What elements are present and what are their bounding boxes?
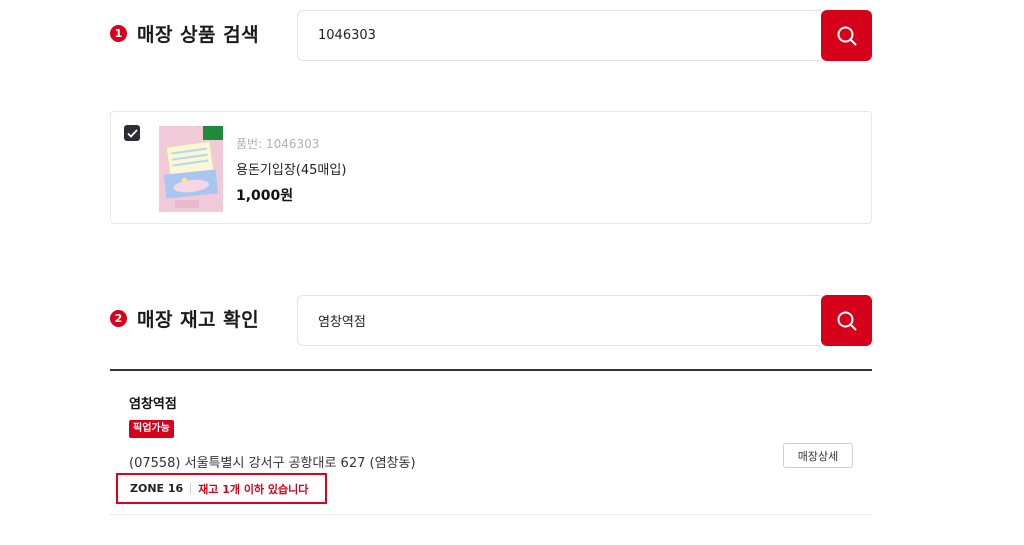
section-product-search-header: 1 매장 상품 검색 [110, 20, 259, 47]
stock-status: 재고 1개 이하 있습니다 [198, 482, 309, 496]
zone-label: ZONE 16 [130, 482, 184, 495]
product-search-button[interactable] [821, 10, 872, 61]
search-icon [837, 26, 856, 45]
store-detail-button[interactable]: 매장상세 [783, 443, 853, 468]
product-code: 품번: 1046303 [236, 137, 320, 151]
section-stock-check-header: 2 매장 재고 확인 [110, 305, 259, 332]
search-icon [837, 311, 856, 330]
product-name[interactable]: 용돈기입장(45매입) [236, 159, 346, 178]
product-price: 1,000원 [236, 188, 294, 204]
pickup-available-badge: 픽업가능 [129, 420, 174, 438]
product-search-input[interactable] [297, 10, 821, 61]
product-thumbnail [159, 126, 223, 212]
step-number-badge: 2 [110, 310, 127, 327]
step-number-badge: 1 [110, 25, 127, 42]
section-title-stock-check: 매장 재고 확인 [137, 309, 260, 331]
bottom-divider [110, 514, 872, 515]
results-divider [110, 369, 872, 371]
store-search-input[interactable] [297, 295, 821, 346]
store-address: (07558) 서울특별시 강서구 공항대로 627 (염창동) [129, 456, 416, 471]
store-search-button[interactable] [821, 295, 872, 346]
product-select-checkbox[interactable] [124, 125, 140, 141]
check-icon [126, 128, 138, 138]
product-card: 품번: 1046303 용돈기입장(45매입) 1,000원 [110, 111, 872, 224]
store-name: 염창역점 [129, 397, 177, 412]
stock-zone-highlight: ZONE 16 재고 1개 이하 있습니다 [116, 473, 327, 504]
separator [190, 483, 192, 494]
section-title-product-search: 매장 상품 검색 [137, 24, 260, 46]
